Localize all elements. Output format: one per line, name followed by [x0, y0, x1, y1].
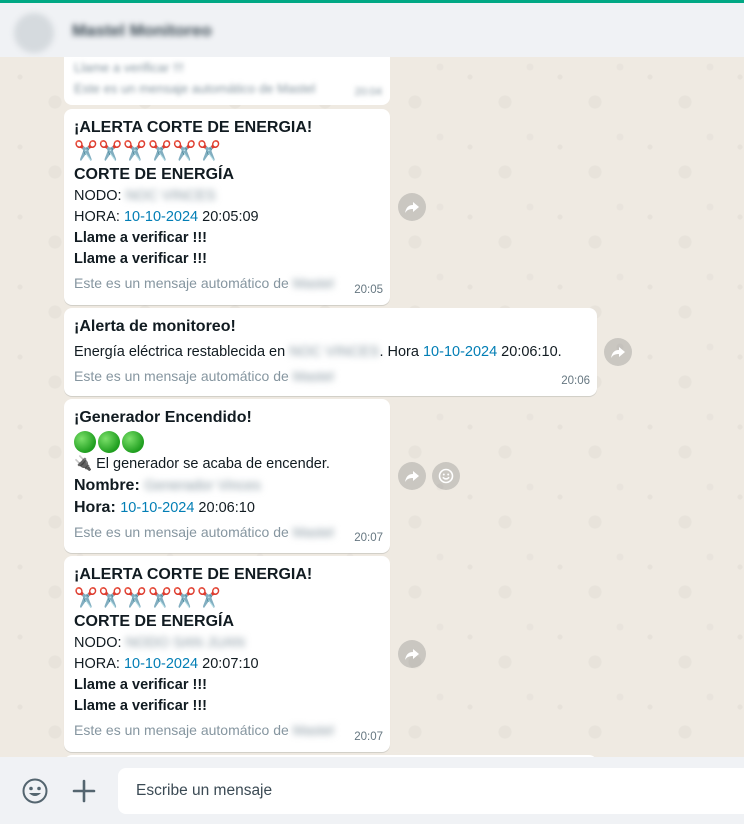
message-title: ¡Alerta de monitoreo!	[74, 318, 236, 335]
node-line: NODO: NODO SAN JUAN	[74, 633, 380, 654]
node-label: NODO:	[74, 635, 126, 651]
plug-icon: 🔌	[74, 456, 93, 472]
scissors-emoji-row: ✂️✂️✂️✂️✂️✂️	[74, 141, 222, 162]
forward-icon[interactable]	[604, 338, 632, 366]
hour-time: 20:05:09	[198, 209, 259, 225]
body-time: 20:06:10.	[497, 344, 562, 360]
chat-header[interactable]: Mastel Monitoreo	[0, 0, 744, 60]
node-value: NODO SAN JUAN	[125, 635, 245, 651]
message-time: 20:05	[354, 284, 383, 296]
smiley-icon[interactable]	[432, 462, 460, 490]
message-subtitle: CORTE DE ENERGÍA	[74, 613, 235, 630]
message-footer: Este es un mensaje automático de Mastel	[74, 720, 380, 741]
footer-text: Este es un mensaje automático de	[74, 722, 293, 738]
forward-icon[interactable]	[398, 193, 426, 221]
footer-sender: Mastel	[292, 275, 334, 291]
message-list: Llame a verificar !!! Este es un mensaje…	[0, 57, 744, 757]
message-body: Energía eléctrica restablecida en NOC VI…	[74, 342, 587, 363]
message-footer: Este es un mensaje automático de Mastel	[74, 366, 587, 387]
hour-label: Hora:	[74, 499, 121, 516]
date-link[interactable]: 10-10-2024	[120, 500, 194, 516]
call-to-verify-line: Llame a verificar !!!	[74, 251, 207, 267]
node-line: NODO: NOC VINCES	[74, 186, 380, 207]
hour-line: HORA: 10-10-2024 20:05:09	[74, 207, 380, 228]
date-link[interactable]: 10-10-2024	[124, 656, 198, 672]
green-circles-emoji	[74, 431, 144, 453]
message-footer: Este es un mensaje automático de Mastel	[74, 273, 380, 294]
message-time: 20:07	[354, 532, 383, 544]
footer-sender: Mastel	[292, 368, 334, 384]
message-bubble[interactable]: ¡Alerta de monitoreo! Energía eléctrica …	[64, 308, 597, 396]
message-bubble[interactable]: ¡Generador Encendido! 🔌 El generador se …	[64, 399, 390, 553]
message-title: ¡ALERTA CORTE DE ENERGIA!	[74, 119, 313, 136]
hour-label: HORA:	[74, 209, 124, 225]
date-link[interactable]: 10-10-2024	[423, 344, 497, 360]
call-to-verify-line: Llame a verificar !!!	[74, 230, 207, 246]
body-text: El generador se acaba de encender.	[92, 456, 330, 472]
scissors-emoji-row: ✂️✂️✂️✂️✂️✂️	[74, 588, 222, 609]
footer-sender: Mastel	[292, 524, 334, 540]
plus-icon[interactable]	[70, 777, 98, 805]
contact-avatar[interactable]	[14, 13, 54, 53]
footer-sender: Mastel	[292, 722, 334, 738]
message-title: ¡ALERTA CORTE DE ENERGIA!	[74, 566, 313, 583]
contact-name[interactable]: Mastel Monitoreo	[72, 21, 212, 41]
node-label: NODO:	[74, 188, 126, 204]
footer-text: Este es un mensaje automático de	[74, 524, 293, 540]
date-link[interactable]: 10-10-2024	[124, 209, 198, 225]
call-to-verify-line: Llame a verificar !!!	[74, 698, 207, 714]
green-circle-icon	[122, 431, 144, 453]
call-to-verify-line: Llame a verificar !!!	[74, 677, 207, 693]
hour-time: 20:06:10	[194, 500, 255, 516]
hour-label: HORA:	[74, 656, 124, 672]
message-bubble[interactable]: ¡ALERTA CORTE DE ENERGIA! ✂️✂️✂️✂️✂️✂️ C…	[64, 109, 390, 305]
hour-time: 20:07:10	[198, 656, 259, 672]
name-line: Nombre: Generador Vinces	[74, 475, 380, 497]
message-input[interactable]: Escribe un mensaje	[118, 768, 744, 814]
previous-message-line2: Este es un mensaje automático de Mastel	[74, 81, 316, 96]
message-composer: Escribe un mensaje	[0, 757, 744, 824]
hour-line: Hora: 10-10-2024 20:06:10	[74, 497, 380, 519]
message-subtitle: CORTE DE ENERGÍA	[74, 166, 235, 183]
message-body: 🔌 El generador se acaba de encender.	[74, 454, 380, 475]
message-title: ¡Generador Encendido!	[74, 409, 252, 426]
hour-line: HORA: 10-10-2024 20:07:10	[74, 654, 380, 675]
emoji-icon[interactable]	[21, 777, 49, 805]
footer-text: Este es un mensaje automático de	[74, 368, 293, 384]
previous-message-bubble: Llame a verificar !!! Este es un mensaje…	[64, 57, 390, 105]
message-footer: Este es un mensaje automático de Mastel	[74, 522, 380, 543]
previous-message-line1: Llame a verificar !!!	[74, 60, 184, 75]
green-circle-icon	[98, 431, 120, 453]
previous-message-time: 20:04	[354, 86, 382, 98]
body-mid: . Hora	[379, 344, 423, 360]
name-label: Nombre:	[74, 477, 145, 494]
forward-icon[interactable]	[398, 640, 426, 668]
body-node: NOC VINCES	[289, 344, 380, 360]
footer-text: Este es un mensaje automático de	[74, 275, 293, 291]
node-value: NOC VINCES	[125, 188, 216, 204]
green-circle-icon	[74, 431, 96, 453]
name-value: Generador Vinces	[144, 478, 261, 494]
message-bubble[interactable]: ¡ALERTA CORTE DE ENERGIA! ✂️✂️✂️✂️✂️✂️ C…	[64, 556, 390, 752]
forward-icon[interactable]	[398, 462, 426, 490]
message-time: 20:07	[354, 731, 383, 743]
message-time: 20:06	[561, 375, 590, 387]
body-prefix: Energía eléctrica restablecida en	[74, 344, 290, 360]
